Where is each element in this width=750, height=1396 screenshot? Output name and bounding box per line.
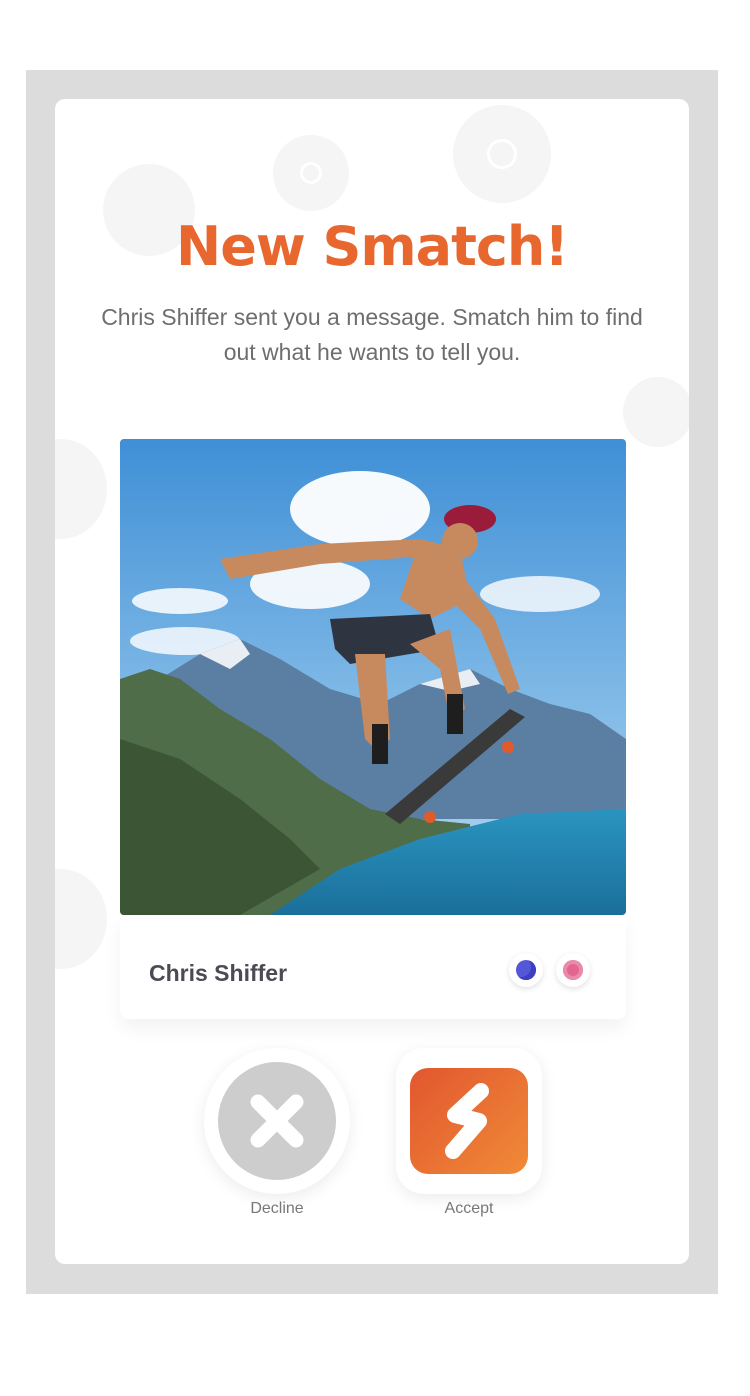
decor-bubble [273,135,349,211]
profile-name: Chris Shiffer [149,960,288,986]
profile-photo[interactable] [120,439,626,915]
blue-circle-icon [509,953,543,987]
accept-button[interactable] [410,1068,528,1174]
smatch-logo-icon [445,1083,489,1159]
pink-circle-icon [556,953,590,987]
accept-label: Accept [444,1200,494,1217]
decor-bubble [453,105,551,203]
modal-title: New Smatch! [176,215,569,278]
skateboarder-photo [120,439,626,915]
new-smatch-modal: New Smatch! Chris Shiffer sent you a mes… [55,99,689,1264]
accept-button-wrapper [396,1048,542,1194]
modal-message: Chris Shiffer sent you a message. Smatch… [101,304,643,365]
decor-bubble [623,377,689,447]
decor-bubble [55,869,107,969]
decline-label: Decline [250,1200,304,1217]
decline-button-wrapper [204,1048,350,1194]
decor-bubble [55,439,107,539]
close-icon [250,1094,304,1148]
decline-button[interactable] [218,1062,336,1180]
profile-info-bar: Chris Shiffer [120,915,626,1019]
